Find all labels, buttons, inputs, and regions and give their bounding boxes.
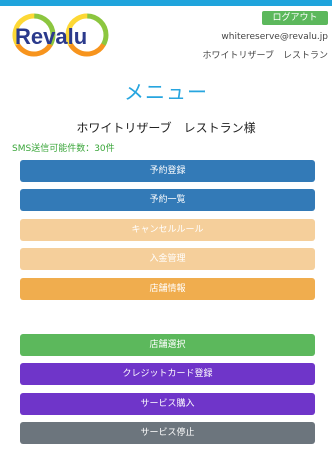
revalu-logo[interactable]: Revalu	[11, 11, 111, 57]
store-info-button[interactable]: 店舗情報	[20, 278, 315, 300]
cancel-rule-button[interactable]: キャンセルルール	[20, 219, 315, 241]
header-restaurant-name: ホワイトリザーブ レストラン	[202, 51, 328, 61]
restaurant-greeting: ホワイトリザーブ レストラン様	[76, 121, 256, 135]
credit-card-register-button[interactable]: クレジットカード登録	[20, 363, 315, 385]
service-stop-button[interactable]: サービス停止	[20, 422, 315, 444]
svg-text:Revalu: Revalu	[15, 24, 87, 49]
logout-button[interactable]: ログアウト	[262, 11, 328, 25]
service-purchase-button[interactable]: サービス購入	[20, 393, 315, 415]
user-email: whitereserve@revalu.jp	[221, 32, 328, 42]
page: Revalu ログアウト whitereserve@revalu.jp ホワイト…	[0, 0, 332, 463]
reservation-register-button[interactable]: 予約登録	[20, 160, 315, 182]
reservation-list-button[interactable]: 予約一覧	[20, 189, 315, 211]
top-accent-bar	[0, 0, 332, 6]
sms-count-label: SMS送信可能件数：30件	[12, 144, 115, 154]
store-select-button[interactable]: 店舗選択	[20, 334, 315, 356]
payment-management-button[interactable]: 入金管理	[20, 248, 315, 270]
page-title: メニュー	[124, 80, 208, 104]
